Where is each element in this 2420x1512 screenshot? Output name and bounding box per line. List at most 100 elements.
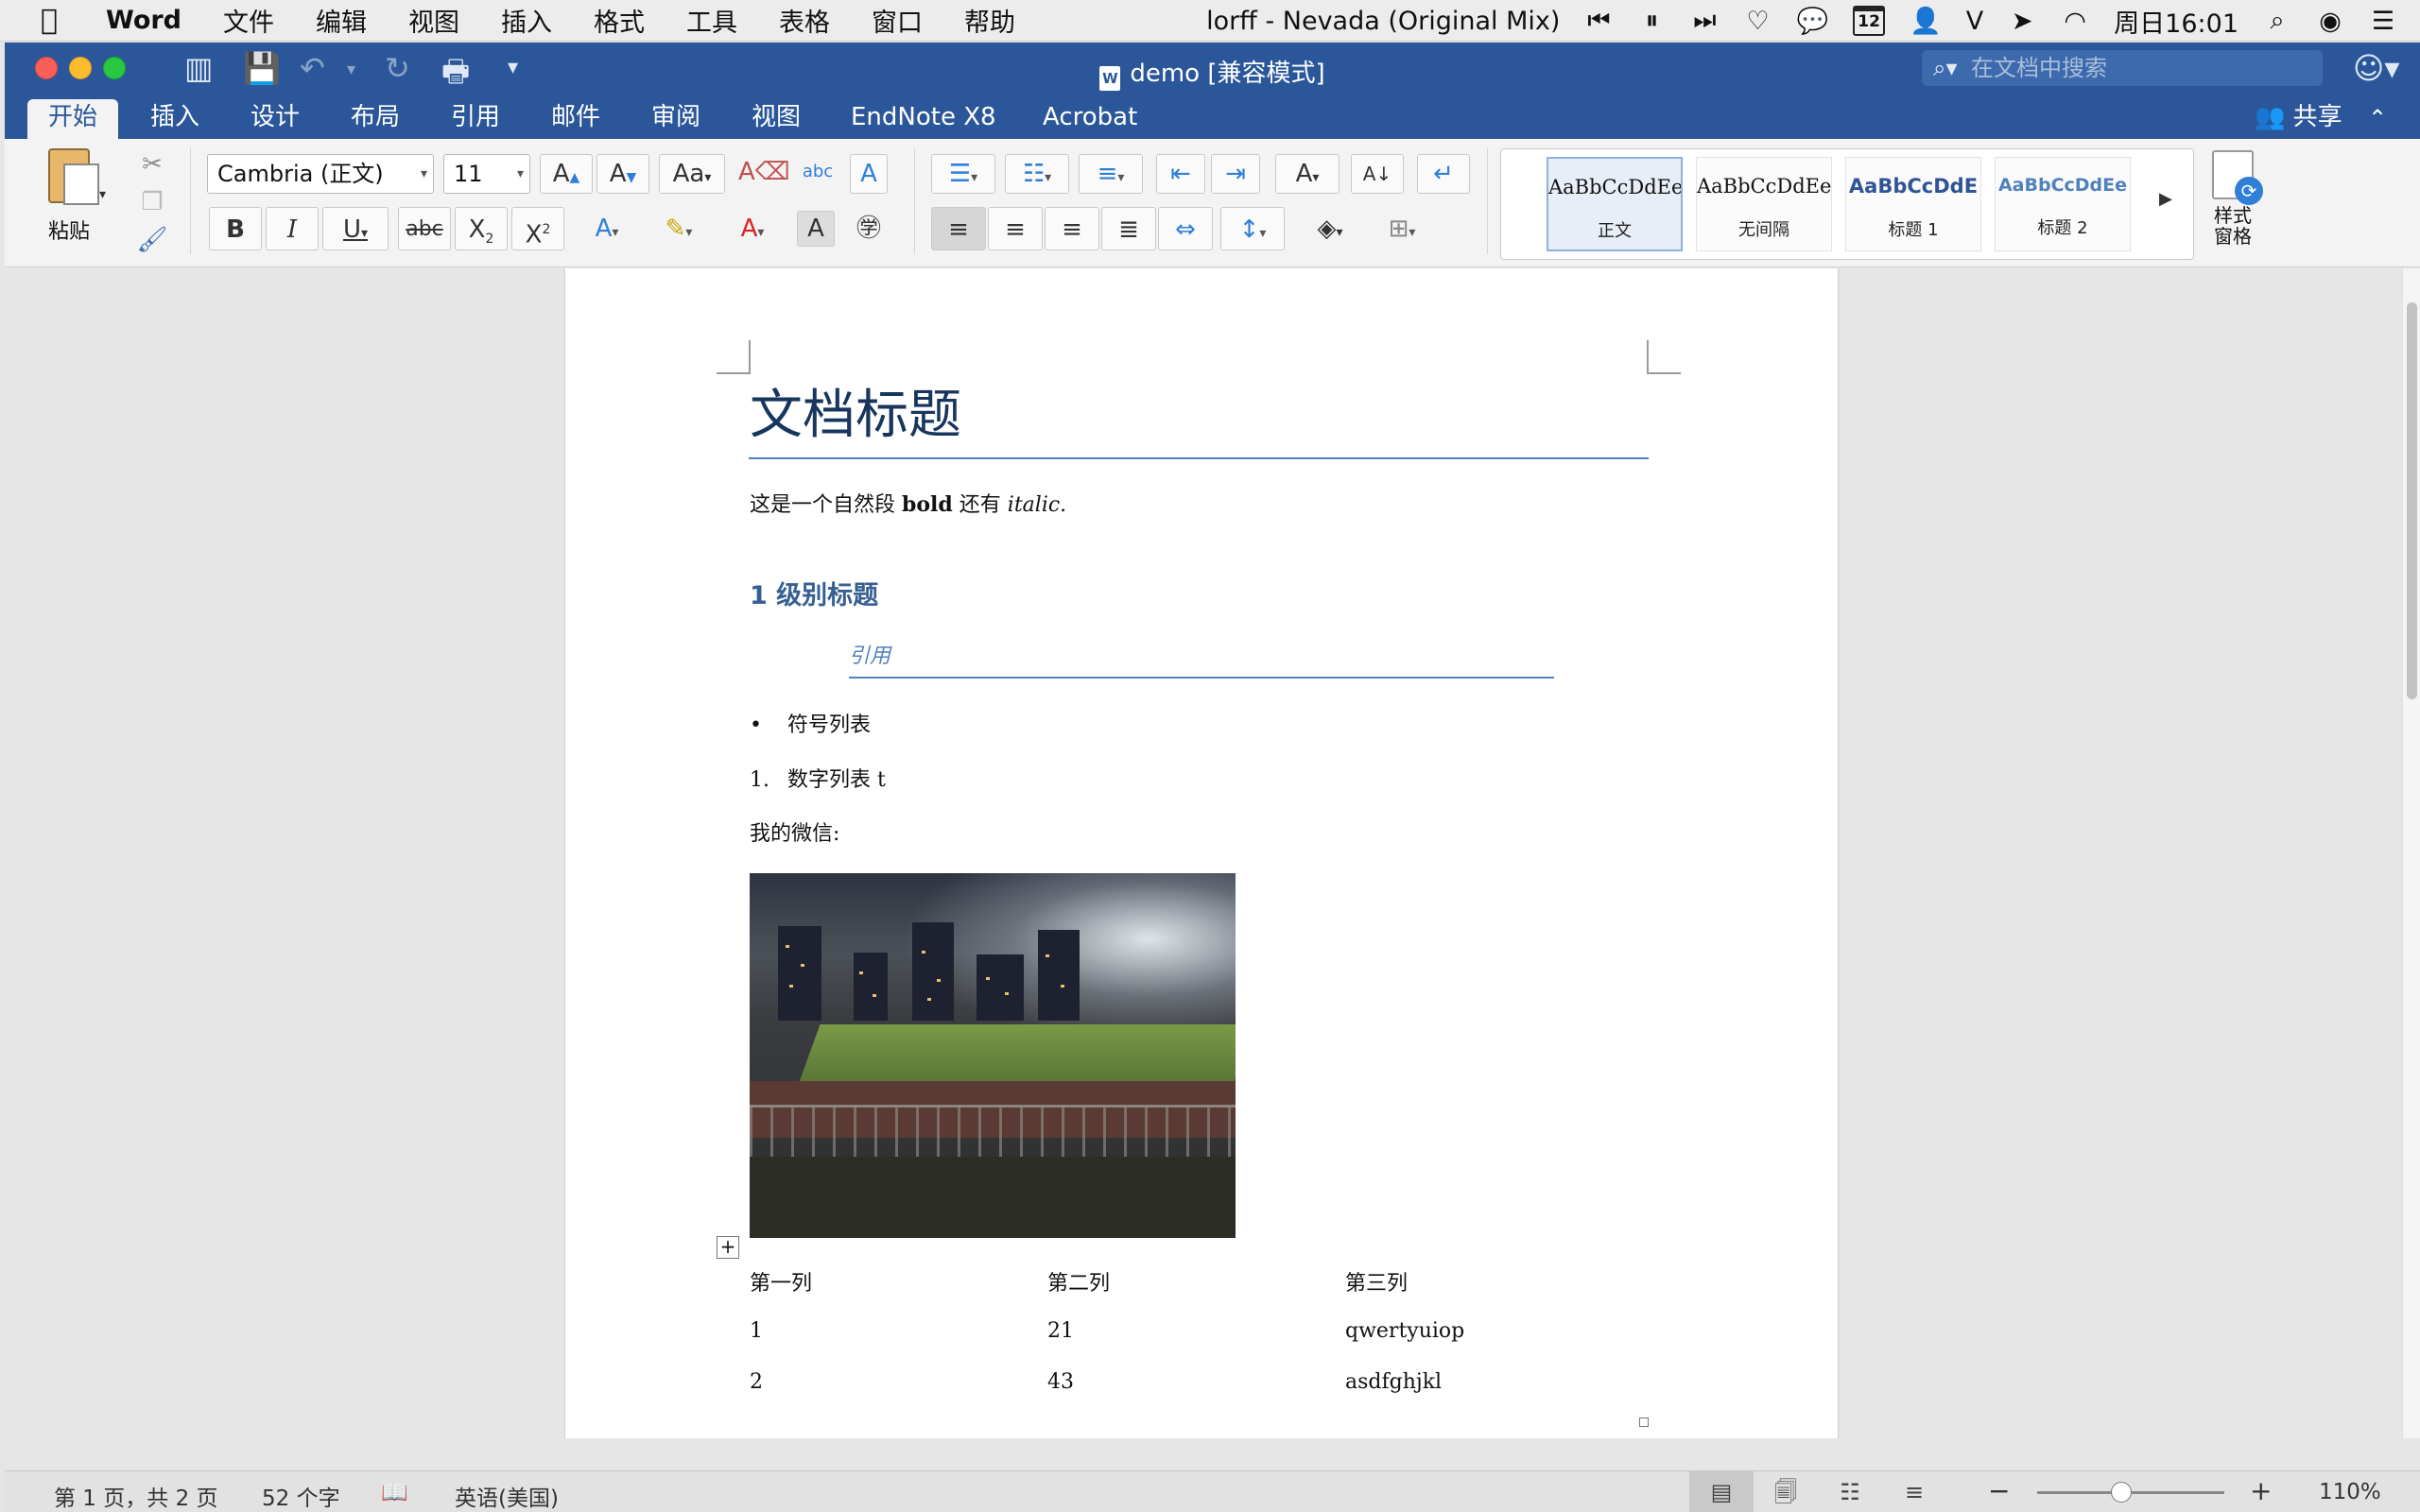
align-center-button[interactable]: ≡ [988,207,1043,250]
calendar-icon[interactable]: 12 [1853,6,1886,36]
tab-home[interactable]: 开始 [27,99,119,139]
table-move-handle-icon[interactable]: + [717,1236,739,1259]
format-painter-icon[interactable]: 🖌 [131,218,173,262]
superscript-button[interactable]: X2 [511,207,564,250]
tab-references[interactable]: 引用 [451,99,500,139]
body-paragraph[interactable]: 这是一个自然段 bold 还有 italic. [750,488,1066,518]
paste-dropdown-icon[interactable]: ▾ [99,173,106,216]
tab-design[interactable]: 设计 [251,99,300,139]
bulleted-list-item[interactable]: • 符号列表 [750,708,871,738]
vertical-scrollbar[interactable] [2402,268,2420,1438]
strikethrough-button[interactable]: abc [398,207,451,250]
app-menu[interactable]: Word [106,6,182,35]
embedded-photo[interactable] [750,873,1236,1238]
page-count[interactable]: 第 1 页，共 2 页 [54,1480,218,1512]
table-header-cell[interactable]: 第二列 [1047,1266,1110,1297]
shrink-font-button[interactable]: A▼ [596,154,649,194]
styles-pane-button[interactable]: 样式 窗格 [2200,150,2266,247]
table-header-cell[interactable]: 第一列 [750,1266,812,1297]
heart-icon[interactable]: ♡ [1743,7,1772,36]
style-heading-2[interactable]: AaBbCcDdEe 标题 2 [1995,157,2131,251]
table-cell[interactable]: asdfghjkl [1345,1370,1442,1394]
document-canvas[interactable]: 文档标题 这是一个自然段 bold 还有 italic. 1 级别标题 引用 •… [5,268,2402,1438]
font-color-icon[interactable]: A▾ [719,207,786,250]
paste-button[interactable]: 粘贴 [31,148,107,262]
distributed-icon[interactable]: ⇔ [1158,207,1213,250]
bullets-button[interactable]: ☰▾ [931,154,995,194]
print-layout-view-icon[interactable]: ▤ [1689,1471,1754,1512]
line-spacing-icon[interactable]: ↕▾ [1220,207,1285,250]
italic-button[interactable]: I [266,207,319,250]
tab-review[interactable]: 审阅 [651,99,700,139]
spotlight-search-icon[interactable]: ⌕ [2263,6,2291,36]
zoom-slider-knob[interactable] [2111,1482,2133,1503]
align-right-button[interactable]: ≡ [1045,207,1099,250]
highlight-color-icon[interactable]: ✎▾ [646,207,712,250]
share-button[interactable]: 👥 共享 [2255,99,2342,135]
heading-level-1[interactable]: 1 级别标题 [750,575,878,611]
text-direction-icon[interactable]: A▾ [1275,154,1340,194]
quote-text[interactable]: 引用 [849,639,890,669]
now-playing-title[interactable]: lorff - Nevada (Original Mix) [1206,7,1560,36]
apple-menu-icon[interactable]:  [21,4,78,37]
web-layout-view-icon[interactable]: 🗐 [1754,1471,1818,1512]
wechat-icon[interactable]: 💬 [1796,6,1828,36]
menu-window[interactable]: 窗口 [872,2,923,39]
numbered-list-item[interactable]: 1. 数字列表 t [750,763,886,793]
send-icon[interactable]: ➤ [2008,7,2036,36]
text-effects-icon[interactable]: A▾ [574,207,640,250]
document-search-input[interactable]: ⌕▾ 在文档中搜索 [1922,50,2323,86]
paragraph-shading-icon[interactable]: ◈▾ [1298,207,1362,250]
table-cell[interactable]: 43 [1047,1370,1074,1394]
wechat-label[interactable]: 我的微信: [750,816,839,847]
align-left-button[interactable]: ≡ [931,207,986,250]
menu-edit[interactable]: 编辑 [316,2,367,39]
table-cell[interactable]: qwertyuiop [1345,1319,1464,1343]
outline-view-icon[interactable]: ☷ [1818,1471,1882,1512]
user-icon[interactable]: 👤 [1910,6,1942,36]
next-track-icon[interactable]: ⏭ [1690,6,1719,36]
underline-button[interactable]: U▾ [322,207,389,250]
zoom-out-button[interactable]: − [1988,1475,2010,1506]
clear-formatting-icon[interactable]: A⌫ [738,150,790,194]
change-case-button[interactable]: Aa▾ [659,154,725,194]
tab-endnote[interactable]: EndNote X8 [851,99,996,139]
table-resize-handle[interactable] [1639,1418,1649,1427]
tab-layout[interactable]: 布局 [351,99,400,139]
subscript-button[interactable]: X2 [455,207,508,250]
bold-button[interactable]: B [209,207,262,250]
style-no-spacing[interactable]: AaBbCcDdEe 无间隔 [1696,157,1832,251]
enclose-characters-icon[interactable]: ㊫ [848,207,890,250]
document-title-heading[interactable]: 文档标题 [750,372,961,449]
collapse-ribbon-icon[interactable]: ⌃ [2368,99,2387,137]
notification-center-icon[interactable]: ☰ [2369,7,2397,36]
numbering-button[interactable]: ☷▾ [1005,154,1069,194]
multilevel-list-button[interactable]: ≡▾ [1079,154,1143,194]
justify-button[interactable]: ≣ [1101,207,1156,250]
grow-font-button[interactable]: A▲ [540,154,593,194]
increase-indent-icon[interactable]: ⇥ [1211,154,1260,194]
menu-help[interactable]: 帮助 [964,2,1015,39]
menu-table[interactable]: 表格 [779,2,830,39]
style-normal[interactable]: AaBbCcDdEe 正文 [1547,157,1683,251]
input-method-indicator[interactable]: V [1966,7,1983,36]
tab-view[interactable]: 视图 [752,99,801,139]
feedback-smiley-icon[interactable]: ☺▾ [2353,50,2399,86]
scrollbar-thumb[interactable] [2407,302,2417,699]
decrease-indent-icon[interactable]: ⇤ [1156,154,1205,194]
previous-track-icon[interactable]: ⏮ [1584,6,1613,36]
table-header-cell[interactable]: 第三列 [1345,1266,1408,1297]
menu-format[interactable]: 格式 [594,2,645,39]
pause-icon[interactable]: ⏸ [1637,6,1666,36]
tab-acrobat[interactable]: Acrobat [1043,99,1137,139]
tab-insert[interactable]: 插入 [150,99,199,139]
character-shading-icon[interactable]: A [797,211,835,247]
sort-icon[interactable]: A↓ [1351,154,1404,194]
table-cell[interactable]: 2 [750,1370,763,1394]
table-cell[interactable]: 1 [750,1319,763,1343]
zoom-in-button[interactable]: + [2250,1475,2272,1506]
character-border-icon[interactable]: A [850,154,888,194]
phonetic-guide-icon[interactable]: abc [793,150,842,194]
word-count[interactable]: 52 个字 [262,1480,340,1512]
menu-insert[interactable]: 插入 [501,2,552,39]
